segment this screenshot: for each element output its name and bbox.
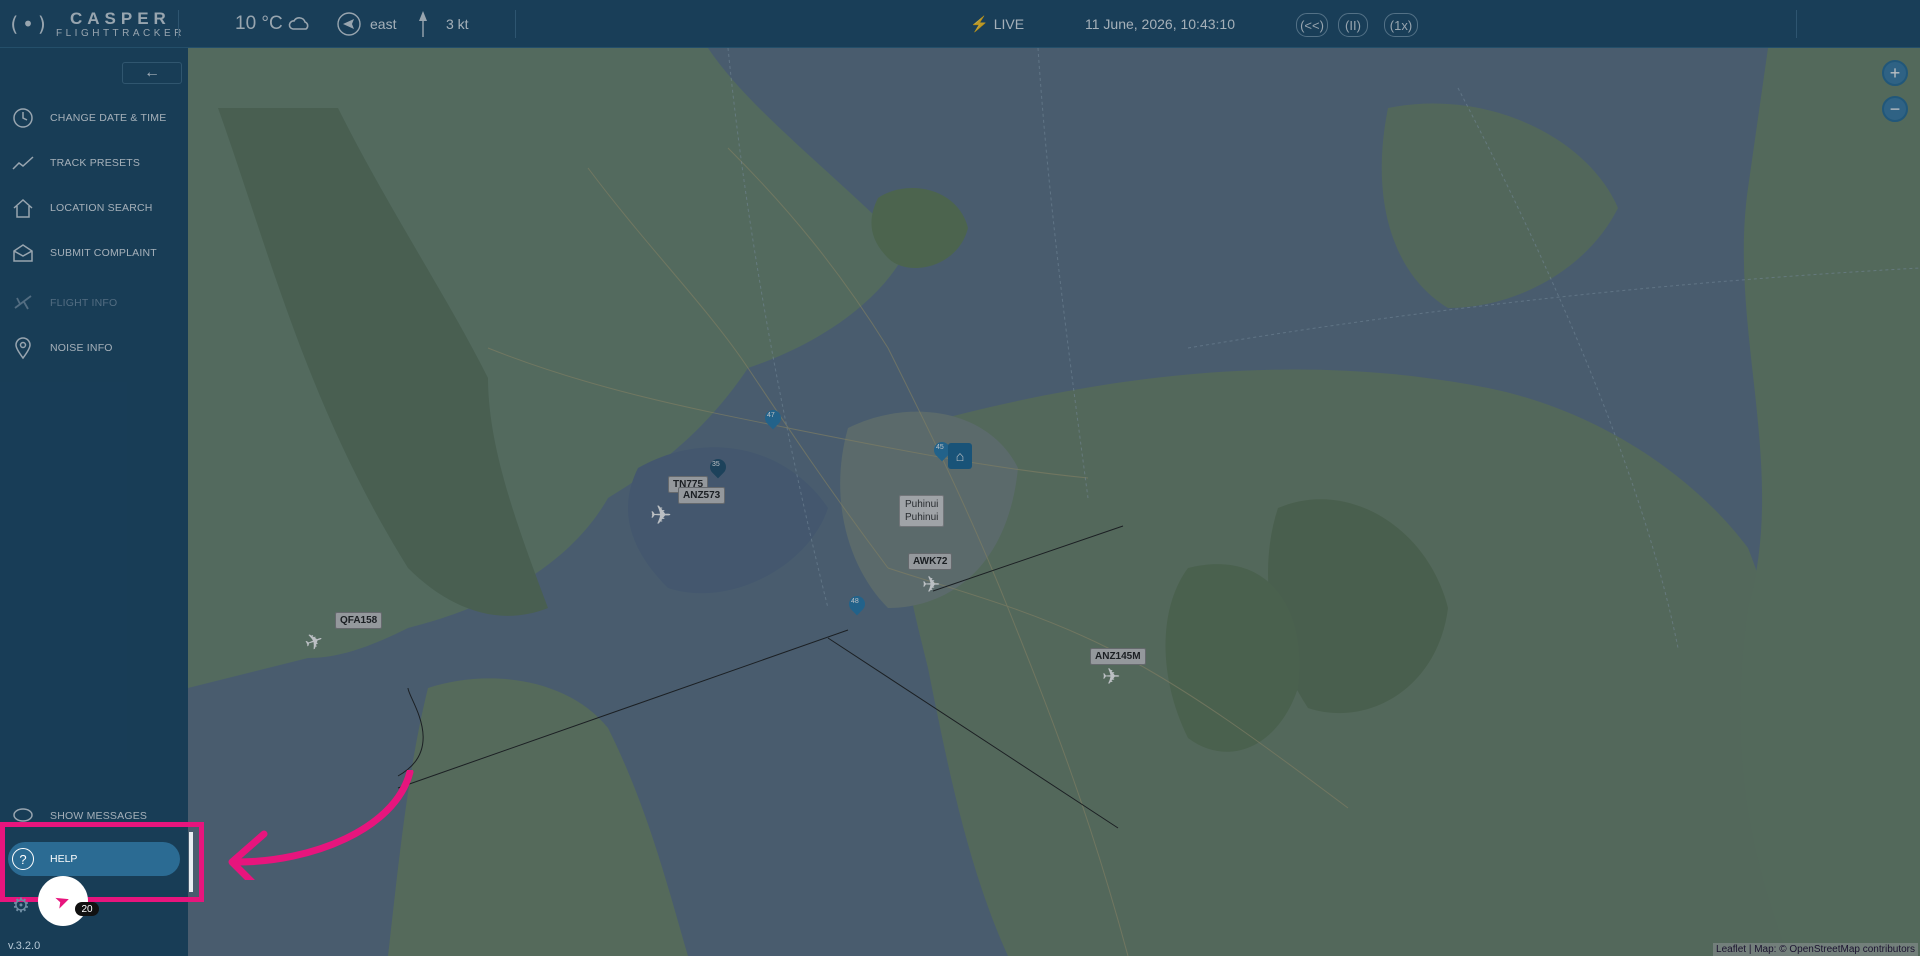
sidebar-item-label: NOISE INFO: [50, 342, 113, 354]
assistant-logo-icon: ➤: [52, 888, 74, 913]
home-icon: [12, 196, 38, 220]
sidebar-item-label: TRACK PRESETS: [50, 157, 141, 169]
map-canvas: [188, 48, 1920, 956]
sidebar-item-label: CHANGE DATE & TIME: [50, 112, 167, 124]
live-indicator[interactable]: ⚡ LIVE: [970, 0, 1024, 48]
sidebar-item-label: SUBMIT COMPLAINT: [50, 247, 157, 259]
map-attribution[interactable]: Leaflet | Map: © OpenStreetMap contribut…: [1713, 943, 1918, 956]
app-version: v.3.2.0: [8, 940, 41, 952]
divider: [515, 10, 516, 38]
notification-badge: 20: [75, 902, 99, 916]
collapse-sidebar-button[interactable]: ←: [122, 62, 182, 84]
casper-logo-icon: (•): [8, 12, 51, 36]
show-messages-label: SHOW MESSAGES: [50, 810, 148, 822]
arrow-left-icon: ←: [144, 64, 160, 81]
wind-direction-icon: [336, 0, 362, 48]
place-label-line1: Puhinui: [905, 499, 939, 510]
pause-button[interactable]: (II): [1338, 13, 1368, 37]
sidebar-item-location-search[interactable]: LOCATION SEARCH: [12, 193, 153, 223]
plane-icon[interactable]: ✈: [922, 572, 940, 598]
brand-subtitle: FLIGHTTRACKER: [56, 27, 185, 39]
plane-icon[interactable]: ✈: [650, 500, 672, 531]
map-marker-number: 47: [767, 412, 775, 419]
map[interactable]: QFA158 ✈ TN775 ANZ573 ✈ AWK72 ✈ ANZ145M …: [188, 48, 1920, 956]
assistant-avatar[interactable]: ➤: [38, 876, 88, 926]
sidebar-item-label: LOCATION SEARCH: [50, 202, 153, 214]
map-marker-number: 35: [712, 461, 720, 468]
partly-cloudy-icon: [288, 0, 312, 48]
map-marker-number: 48: [851, 598, 859, 605]
tutorial-highlight: [0, 822, 204, 902]
wind-sock-icon: [416, 0, 430, 48]
sidebar-item-track-presets[interactable]: TRACK PRESETS: [12, 148, 140, 178]
zoom-in-button[interactable]: +: [1882, 60, 1908, 86]
sidebar-item-change-date-time[interactable]: CHANGE DATE & TIME: [12, 103, 166, 133]
divider: [178, 10, 179, 38]
flight-label-awk72[interactable]: AWK72: [908, 553, 953, 570]
live-label: LIVE: [993, 16, 1025, 32]
flight-label-anz573[interactable]: ANZ573: [678, 487, 726, 504]
sidebar-item-flight-info: FLIGHT INFO: [12, 288, 117, 318]
place-label-line2: Puhinui: [905, 512, 939, 523]
map-pin-icon: [12, 336, 38, 360]
divider: [1796, 10, 1797, 38]
clock-icon: [12, 106, 38, 130]
flight-label-anz145m[interactable]: ANZ145M: [1090, 648, 1146, 665]
flight-label-qfa158[interactable]: QFA158: [335, 612, 383, 629]
sidebar-item-label: FLIGHT INFO: [50, 297, 118, 309]
plane-icon: [12, 291, 38, 315]
settings-gear-icon[interactable]: ⚙: [12, 893, 30, 918]
place-label: Puhinui Puhinui: [899, 495, 945, 527]
rewind-button[interactable]: (<<): [1296, 13, 1328, 37]
lightning-icon: ⚡: [970, 16, 989, 33]
tutorial-arrow-icon: [228, 770, 414, 880]
brand-title: CASPER: [69, 8, 171, 28]
brand: CASPER FLIGHTTRACKER: [56, 0, 185, 48]
wind-speed: 3 kt: [446, 16, 469, 32]
zoom-out-button[interactable]: −: [1882, 96, 1908, 122]
sidebar-item-noise-info[interactable]: NOISE INFO: [12, 333, 113, 363]
map-marker-number: 45: [936, 444, 944, 451]
home-marker-icon[interactable]: ⌂: [948, 443, 972, 469]
current-datetime: 11 June, 2026, 10:43:10: [1085, 16, 1235, 32]
sidebar-item-submit-complaint[interactable]: SUBMIT COMPLAINT: [12, 238, 157, 268]
speed-button[interactable]: (1x): [1384, 13, 1418, 37]
wind-direction: east: [370, 16, 397, 32]
envelope-icon: [12, 241, 38, 265]
chart-line-icon: [12, 151, 38, 175]
temperature: 10 °C: [235, 13, 283, 34]
plane-icon[interactable]: ✈: [1102, 664, 1120, 690]
top-bar: (•) CASPER FLIGHTTRACKER 10 °C east 3 kt…: [0, 0, 1920, 48]
